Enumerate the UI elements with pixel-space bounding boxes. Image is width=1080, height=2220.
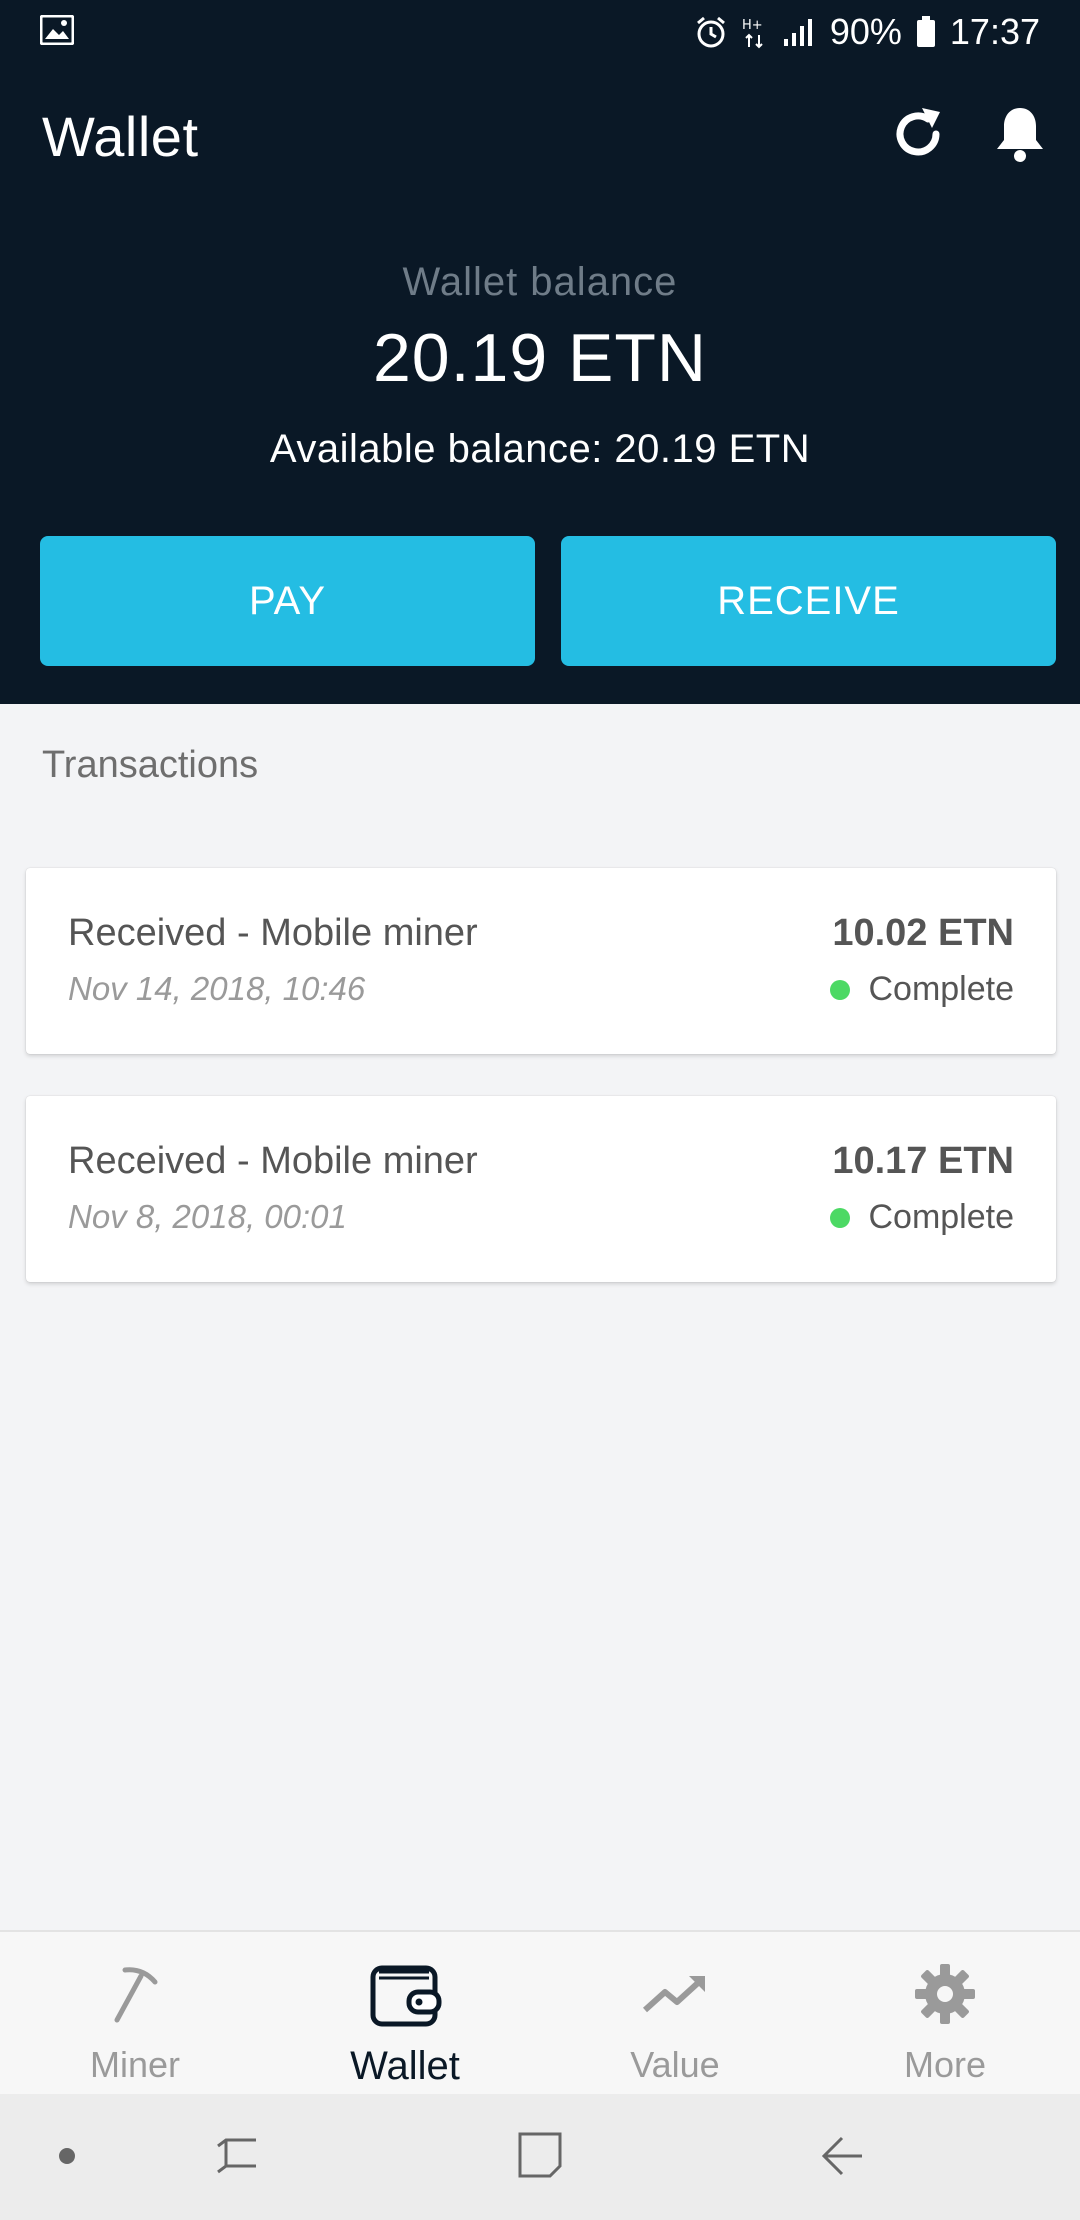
wallet-header: Wallet Wallet balance 20.19 ETN Availabl… [0, 64, 1080, 704]
wallet-icon [365, 1954, 445, 2034]
battery-percent: 90% [829, 11, 902, 52]
transaction-list: Received - Mobile miner Nov 14, 2018, 10… [26, 868, 1056, 1324]
transaction-amount: 10.02 ETN [832, 912, 1014, 954]
transactions-title: Transactions [42, 744, 259, 786]
wallet-balance-label: Wallet balance [402, 260, 678, 304]
status-dot-icon [830, 979, 851, 1000]
receive-button[interactable]: RECEIVE [561, 536, 1056, 666]
svg-text:H+: H+ [742, 18, 763, 33]
clock-time: 17:37 [949, 11, 1040, 52]
alarm-icon [694, 15, 728, 49]
nav-label-miner: Miner [89, 2044, 181, 2085]
transaction-card[interactable]: Received - Mobile miner Nov 14, 2018, 10… [26, 868, 1056, 1054]
nav-item-value[interactable]: Value [540, 1932, 810, 2094]
gallery-notification-icon [39, 14, 75, 50]
page-title: Wallet [42, 105, 199, 168]
pay-button[interactable]: PAY [40, 536, 535, 666]
transaction-date: Nov 14, 2018, 10:46 [68, 970, 366, 1007]
transaction-date: Nov 8, 2018, 00:01 [68, 1198, 347, 1235]
transaction-title: Received - Mobile miner [68, 912, 478, 954]
transaction-title: Received - Mobile miner [68, 1140, 478, 1182]
nav-dot-icon[interactable] [58, 2147, 76, 2170]
trend-up-icon [635, 1954, 715, 2034]
back-arrow-icon[interactable] [820, 2132, 866, 2185]
nav-item-more[interactable]: More [810, 1932, 1080, 2094]
nav-label-wallet: Wallet [350, 2044, 460, 2088]
nav-item-miner[interactable]: Miner [0, 1932, 270, 2094]
recent-apps-icon[interactable] [214, 2132, 260, 2185]
home-button-icon[interactable] [516, 2130, 564, 2185]
bottom-nav: Miner Wallet Value More [0, 1930, 1080, 2094]
notification-bell-icon[interactable] [990, 104, 1050, 164]
nav-label-more: More [903, 2044, 987, 2085]
transaction-status: Complete [830, 970, 1014, 1009]
transaction-status-label: Complete [868, 1198, 1014, 1236]
system-nav-bar [0, 2094, 1080, 2220]
pickaxe-icon [95, 1954, 175, 2034]
action-row: PAY RECEIVE [40, 536, 1056, 666]
transaction-status-label: Complete [868, 970, 1014, 1008]
battery-icon [916, 16, 936, 48]
signal-icon [782, 17, 816, 47]
transaction-card[interactable]: Received - Mobile miner Nov 8, 2018, 00:… [26, 1096, 1056, 1282]
transaction-amount: 10.17 ETN [832, 1140, 1014, 1182]
nav-label-value: Value [630, 2044, 720, 2085]
available-balance: Available balance: 20.19 ETN [269, 427, 811, 471]
balance-block: Wallet balance 20.19 ETN Available balan… [0, 260, 1080, 472]
gear-icon [905, 1954, 985, 2034]
status-dot-icon [830, 1207, 851, 1228]
refresh-icon[interactable] [888, 104, 948, 164]
nav-item-wallet[interactable]: Wallet [270, 1932, 540, 2094]
network-hplus-icon: H+ [742, 15, 768, 49]
wallet-balance-value: 20.19 ETN [372, 320, 708, 396]
transaction-status: Complete [830, 1198, 1014, 1237]
status-bar: H+ 90% 17:37 [0, 0, 1080, 64]
